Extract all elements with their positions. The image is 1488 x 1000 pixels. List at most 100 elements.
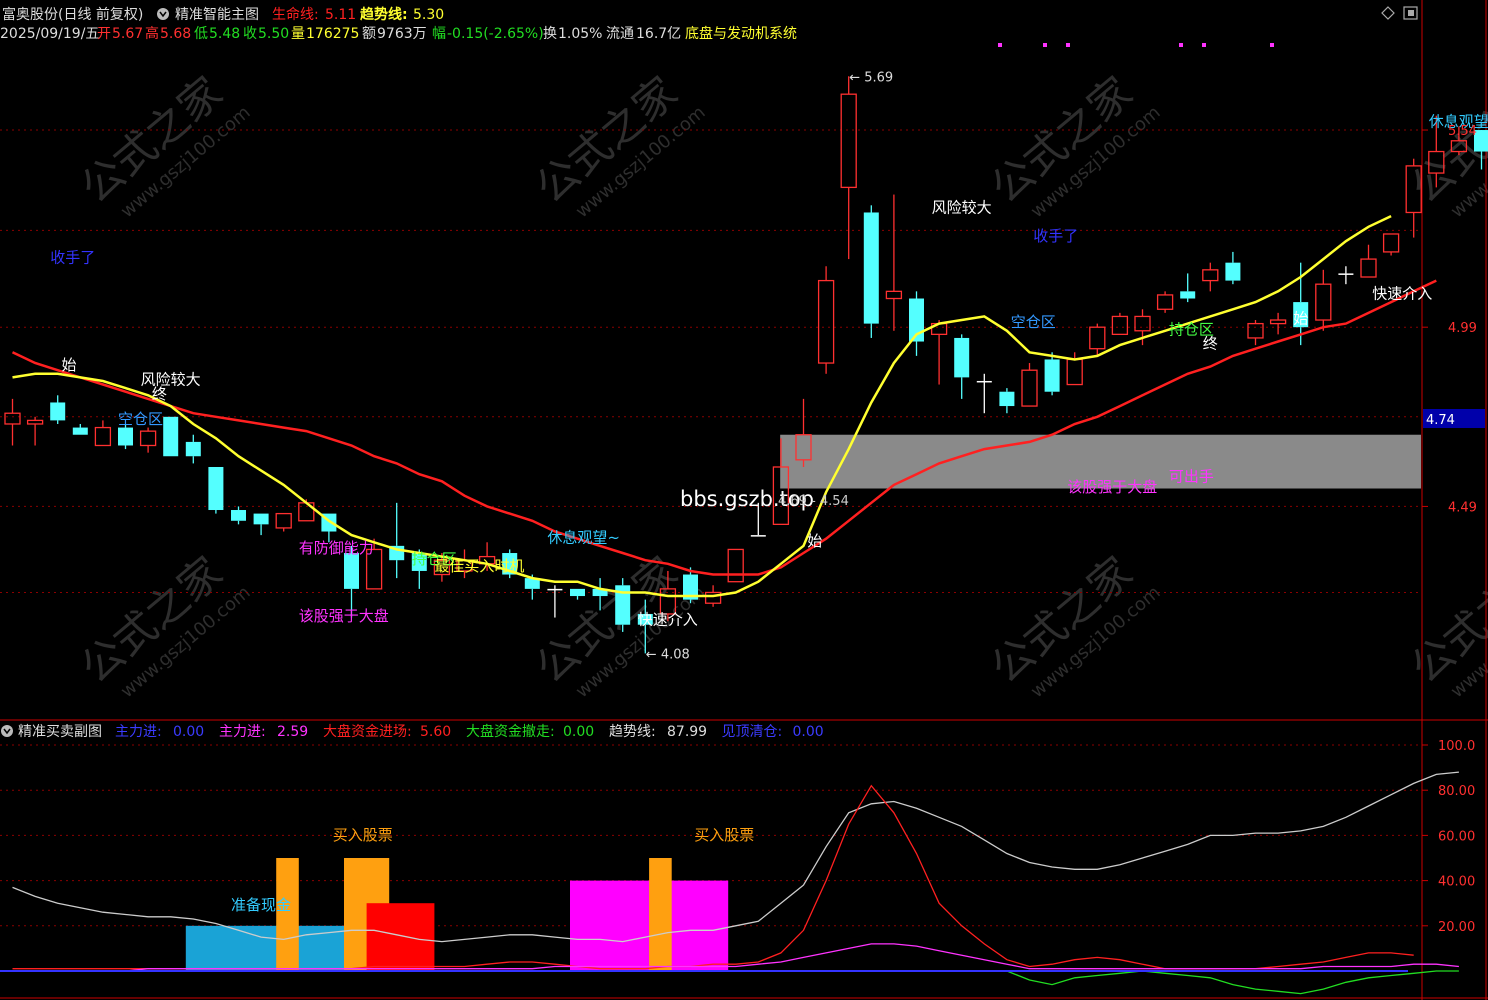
- signal-label: 始: [62, 356, 77, 374]
- candle-body: [72, 427, 88, 435]
- candle-body: [118, 427, 133, 446]
- sub-header-label: 见顶清仓:: [722, 724, 783, 740]
- sub-dropdown-icon[interactable]: [1, 725, 13, 737]
- sub-axis-label: 100.0: [1438, 739, 1475, 754]
- signal-label: 该股强于大盘: [1067, 478, 1157, 496]
- sub-title[interactable]: 精准买卖副图: [18, 724, 102, 740]
- sub-header-label: 趋势线:: [609, 724, 656, 740]
- signal-label: 快速介入: [638, 611, 698, 629]
- life-line-label: 生命线:: [272, 6, 319, 23]
- sub-axis-label: 20.00: [1438, 920, 1475, 935]
- candle-body: [750, 535, 766, 537]
- sub-axis-label: 60.00: [1438, 829, 1475, 844]
- signal-label: 终: [1203, 335, 1218, 353]
- candle-body: [570, 588, 585, 597]
- sub-header-value: 0.00: [173, 724, 204, 740]
- turnover-value: 1.05%: [558, 26, 602, 42]
- sub-header-label: 大盘资金撤走:: [466, 723, 555, 740]
- candle-body: [976, 380, 992, 383]
- signal-label: 空仓区: [1011, 313, 1056, 331]
- float-value: 16.7亿: [636, 26, 681, 42]
- high-price-mark: ← 5.69: [849, 70, 893, 85]
- sub-signal-label: 准备现金: [231, 896, 291, 914]
- change-value: -0.15(-2.65%): [447, 26, 544, 42]
- candle-body: [547, 588, 563, 591]
- candle-body: [253, 513, 269, 525]
- candle: [163, 416, 179, 457]
- dropdown-icon[interactable]: [157, 8, 169, 20]
- signal-bar: [276, 858, 299, 971]
- signal-label: 该股强于大盘: [299, 607, 389, 625]
- change-label: 幅: [432, 26, 446, 42]
- stock-title[interactable]: 富奥股份(日线 前复权): [2, 6, 143, 23]
- turnover-label: 换: [543, 25, 557, 42]
- candle: [208, 466, 224, 514]
- volume-label: 量: [291, 26, 305, 42]
- low-price-mark: ← 4.08: [646, 647, 690, 662]
- signal-label: 有防御能力: [299, 539, 374, 557]
- sub-axis-label: 80.00: [1438, 784, 1475, 799]
- volume-value: 176275: [306, 26, 359, 42]
- high-value: 5.68: [160, 26, 191, 42]
- stock-chart[interactable]: 公式之家www.gszj100.com 公式之家www.gszj100.com 公式…: [0, 0, 1488, 1000]
- candle-body: [1044, 359, 1060, 392]
- candle-body: [1180, 291, 1196, 299]
- signal-label: 快速介入: [1372, 285, 1432, 303]
- candle: [615, 578, 631, 632]
- sub-header-label: 主力进:: [115, 724, 162, 740]
- sub-header-value: 87.99: [667, 724, 707, 740]
- candle-body: [863, 212, 879, 324]
- signal-label: 休息观望~: [547, 528, 620, 546]
- signal-label: 始: [807, 532, 822, 550]
- candle-body: [231, 510, 246, 521]
- signal-label: 最佳买入时机: [434, 557, 524, 575]
- float-label: 流通: [606, 26, 634, 42]
- quote-date: 2025/09/19/五: [0, 26, 99, 42]
- sub-header-value: 0.00: [793, 724, 824, 740]
- current-price-label: 4.74: [1426, 413, 1455, 428]
- candle-body: [954, 337, 970, 378]
- high-label: 高: [145, 25, 159, 42]
- candle: [863, 205, 879, 338]
- sub-signal-label: 买入股票: [694, 826, 754, 844]
- trend-line-label: 趋势线:: [360, 6, 408, 23]
- amount-value: 9763万: [377, 26, 427, 42]
- candle-body: [50, 402, 66, 421]
- candle-body: [999, 391, 1015, 407]
- indicator-name[interactable]: 精准智能主图: [175, 7, 259, 23]
- signal-label: 始: [1293, 310, 1308, 328]
- axis-tick-label: 4.99: [1448, 321, 1477, 336]
- signal-label: 空仓区: [118, 410, 163, 428]
- life-line-value: 5.11: [325, 7, 356, 23]
- candle-body: [208, 466, 224, 511]
- close-value: 5.50: [258, 26, 289, 42]
- sub-header-value: 0.00: [563, 724, 594, 740]
- close-label: 收: [243, 26, 257, 42]
- signal-label: 风险较大: [141, 371, 201, 389]
- zone-range-text: 4.69 - 4.54: [778, 494, 849, 509]
- candle-body: [1338, 273, 1354, 275]
- sub-header-value: 5.60: [420, 724, 451, 740]
- signal-label: 收手了: [1033, 227, 1078, 245]
- axis-tick-label: 4.49: [1448, 500, 1477, 515]
- open-value: 5.67: [112, 26, 143, 42]
- trend-line-value: 5.30: [413, 7, 444, 23]
- open-label: 开: [97, 26, 111, 42]
- sub-axis-label: 40.00: [1438, 875, 1475, 890]
- candle-body: [1225, 262, 1241, 281]
- signal-bar: [649, 858, 672, 971]
- system-label: 底盘与发动机系统: [685, 25, 797, 42]
- signal-label: 风险较大: [932, 198, 992, 216]
- quote-header: 2025/09/19/五 开 5.67 高 5.68 低 5.48 收 5.50…: [0, 25, 797, 42]
- low-value: 5.48: [209, 26, 240, 42]
- signal-bar: [366, 903, 435, 971]
- signal-bar: [185, 925, 344, 971]
- main-header: 富奥股份(日线 前复权) 精准智能主图 生命线: 5.11 趋势线: 5.30: [2, 6, 444, 23]
- candle-body: [163, 416, 179, 457]
- axis-tick-label: 5.54: [1448, 124, 1477, 139]
- sub-signal-label: 买入股票: [333, 826, 393, 844]
- sub-header-label: 大盘资金进场:: [323, 723, 412, 740]
- signal-label: 收手了: [50, 249, 95, 267]
- amount-label: 额: [362, 26, 376, 42]
- low-label: 低: [194, 26, 208, 42]
